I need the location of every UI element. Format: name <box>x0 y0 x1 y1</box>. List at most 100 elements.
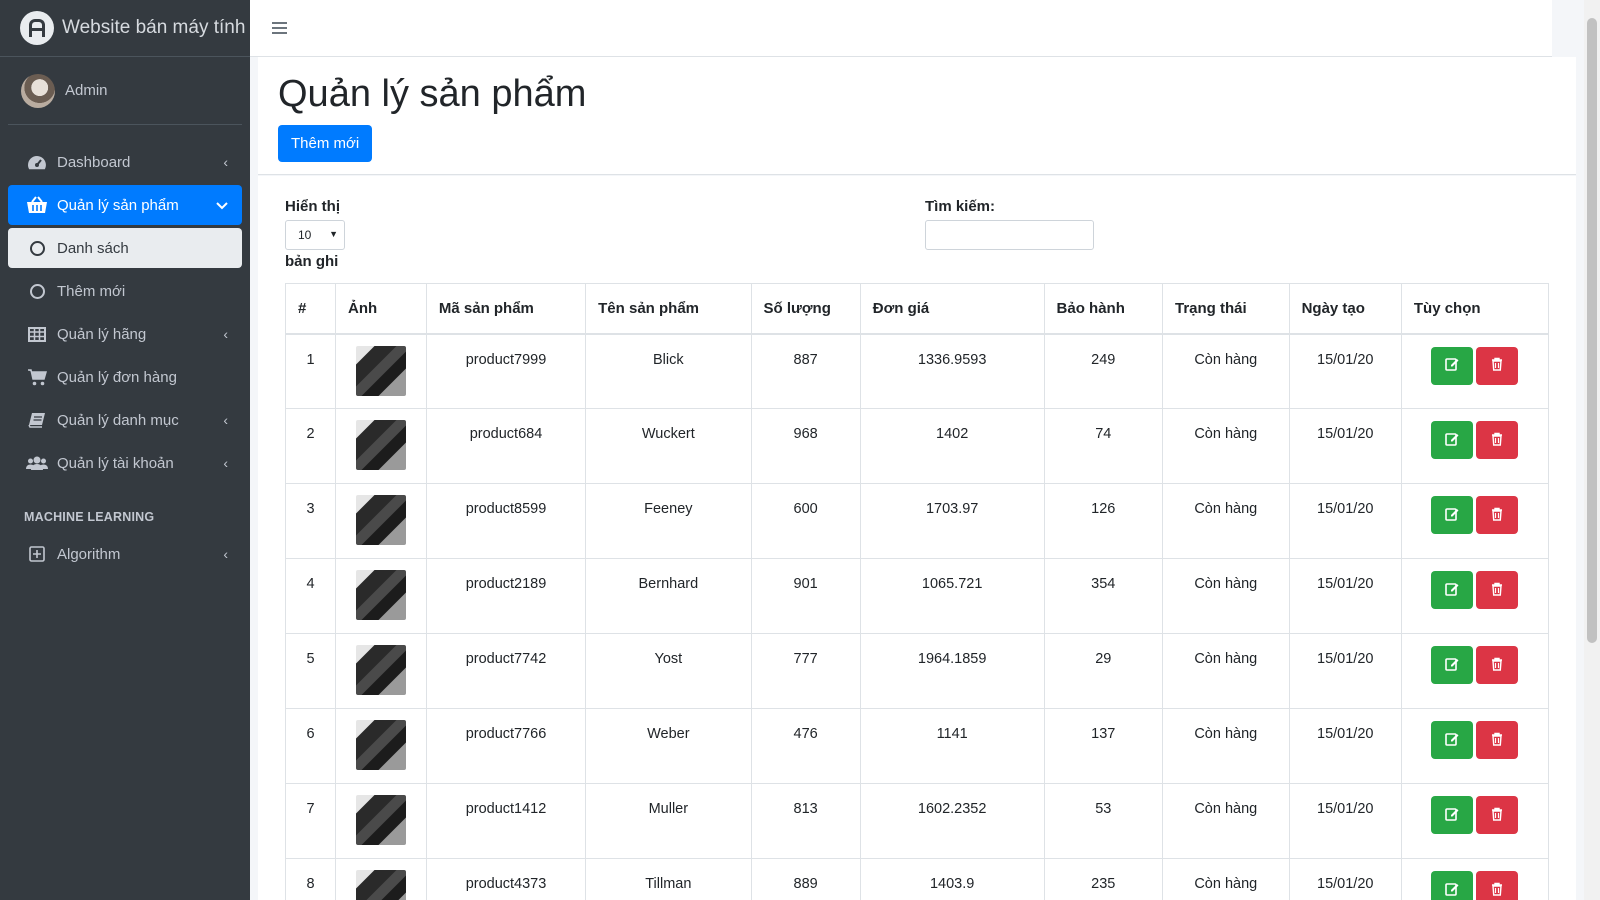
table-header-row: # Ảnh Mã sản phẩm Tên sản phẩm Số lượng … <box>284 283 1550 335</box>
table-icon <box>26 325 48 343</box>
delete-button[interactable] <box>1476 421 1519 459</box>
edit-button[interactable] <box>1431 646 1474 684</box>
product-status: Còn hàng <box>1161 858 1290 900</box>
column-header[interactable]: Đơn giá <box>859 283 1045 335</box>
column-header[interactable]: Tên sản phẩm <box>585 283 752 335</box>
sidebar-item-label: Danh sách <box>57 239 129 257</box>
sidebar-item-algorithm[interactable]: Algorithm ‹ <box>8 534 242 574</box>
product-quantity: 813 <box>750 783 861 859</box>
product-created-date: 15/01/20 <box>1288 783 1402 859</box>
sidebar-item-product-list[interactable]: Danh sách <box>8 228 242 268</box>
delete-button[interactable] <box>1476 721 1519 759</box>
row-actions <box>1400 783 1550 859</box>
product-code: product4373 <box>425 858 587 900</box>
book-icon <box>26 411 48 429</box>
chevron-left-icon: ‹ <box>223 154 228 170</box>
edit-button[interactable] <box>1431 421 1474 459</box>
sidebar-item-label: Algorithm <box>57 545 121 563</box>
edit-button[interactable] <box>1431 346 1474 385</box>
scrollbar-thumb[interactable] <box>1587 18 1597 643</box>
edit-icon <box>1445 882 1459 899</box>
product-name: Blick <box>585 333 752 409</box>
product-quantity: 889 <box>750 858 861 900</box>
column-header[interactable]: Ngày tạo <box>1288 283 1402 335</box>
column-header[interactable]: Tùy chọn <box>1400 283 1550 335</box>
page-length-value: 10 <box>298 228 312 242</box>
column-header[interactable]: Bảo hành <box>1043 283 1163 335</box>
product-image-cell <box>335 483 427 559</box>
product-name: Yost <box>585 633 752 709</box>
product-quantity: 600 <box>750 483 861 559</box>
sidebar-item-label: Quản lý tài khoản <box>57 454 174 472</box>
sidebar-item-accounts[interactable]: Quản lý tài khoản ‹ <box>8 443 242 483</box>
page-length-select[interactable]: 10 ▼ <box>285 220 345 250</box>
edit-button[interactable] <box>1431 721 1474 759</box>
cart-icon <box>26 368 48 386</box>
edit-icon <box>1445 732 1459 749</box>
product-thumbnail <box>355 570 406 620</box>
trash-icon <box>1491 357 1503 374</box>
edit-button[interactable] <box>1431 871 1474 900</box>
product-thumbnail <box>355 795 406 845</box>
product-code: product7742 <box>425 633 587 709</box>
delete-button[interactable] <box>1476 796 1519 834</box>
circle-icon <box>26 239 48 257</box>
edit-button[interactable] <box>1431 496 1474 534</box>
users-icon <box>26 454 48 472</box>
action-group <box>1402 646 1548 684</box>
brand-logo-icon <box>20 11 54 45</box>
product-thumbnail <box>355 870 406 900</box>
chevron-left-icon: ‹ <box>223 546 228 562</box>
product-price: 1336.9593 <box>859 333 1045 409</box>
search-input[interactable] <box>925 220 1094 250</box>
edit-button[interactable] <box>1431 796 1474 834</box>
column-header[interactable]: Ảnh <box>335 283 427 335</box>
column-header[interactable]: Số lượng <box>750 283 861 335</box>
sidebar-item-product-add[interactable]: Thêm mới <box>8 271 242 311</box>
product-warranty: 235 <box>1043 858 1163 900</box>
product-name: Weber <box>585 708 752 784</box>
delete-button[interactable] <box>1476 346 1519 385</box>
trash-icon <box>1491 657 1503 674</box>
delete-button[interactable] <box>1476 871 1519 900</box>
sidebar-item-orders[interactable]: Quản lý đơn hàng <box>8 357 242 397</box>
brand-link[interactable]: Website bán máy tính <box>0 0 250 57</box>
product-price: 1964.1859 <box>859 633 1045 709</box>
product-name: Bernhard <box>585 558 752 634</box>
user-panel[interactable]: Admin <box>8 57 242 125</box>
product-warranty: 74 <box>1043 408 1163 484</box>
delete-button[interactable] <box>1476 571 1519 609</box>
user-name[interactable]: Admin <box>65 82 108 99</box>
add-product-button[interactable]: Thêm mới <box>278 125 373 162</box>
column-header[interactable]: # <box>284 283 337 335</box>
delete-button[interactable] <box>1476 646 1519 684</box>
trash-icon <box>1491 807 1503 824</box>
table-row: 2 product684 Wuckert 968 1402 74 Còn hàng 15/01… <box>284 408 1550 484</box>
delete-button[interactable] <box>1476 496 1519 534</box>
product-thumbnail <box>355 645 406 695</box>
trash-icon <box>1491 432 1503 449</box>
sidebar-item-dashboard[interactable]: Dashboard ‹ <box>8 142 242 182</box>
product-warranty: 29 <box>1043 633 1163 709</box>
trash-icon <box>1491 507 1503 524</box>
menu-toggle-icon[interactable] <box>272 22 287 34</box>
page-scrollbar[interactable] <box>1584 0 1600 900</box>
sidebar-item-brands[interactable]: Quản lý hãng ‹ <box>8 314 242 354</box>
sidebar-item-categories[interactable]: Quản lý danh mục ‹ <box>8 400 242 440</box>
row-actions <box>1400 408 1550 484</box>
product-status: Còn hàng <box>1161 408 1290 484</box>
column-header[interactable]: Trạng thái <box>1161 283 1290 335</box>
product-created-date: 15/01/20 <box>1288 408 1402 484</box>
chevron-left-icon: ‹ <box>223 455 228 471</box>
product-warranty: 137 <box>1043 708 1163 784</box>
product-name: Tillman <box>585 858 752 900</box>
row-actions <box>1400 858 1550 900</box>
length-label: Hiển thị <box>285 198 340 215</box>
sidebar-item-products[interactable]: Quản lý sản phẩm <box>8 185 242 225</box>
edit-icon <box>1445 507 1459 524</box>
column-header[interactable]: Mã sản phẩm <box>425 283 587 335</box>
edit-button[interactable] <box>1431 571 1474 609</box>
edit-icon <box>1445 582 1459 599</box>
product-image-cell <box>335 708 427 784</box>
action-group <box>1402 721 1548 759</box>
